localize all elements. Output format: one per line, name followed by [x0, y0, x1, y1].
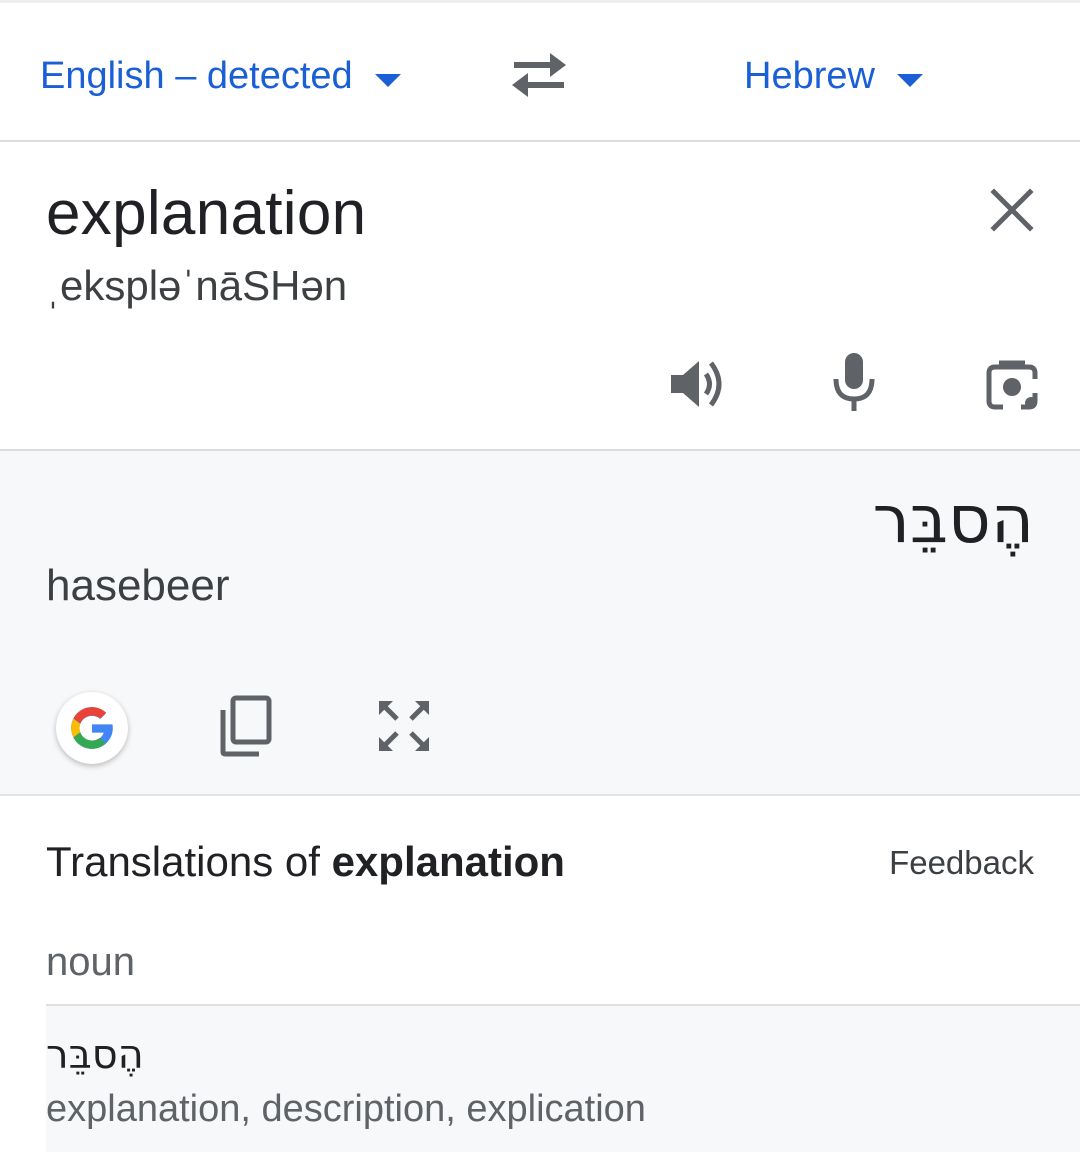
- result-divider: [0, 794, 1080, 796]
- part-of-speech-label: noun: [46, 940, 135, 984]
- transliteration: hasebeer: [46, 561, 230, 610]
- fullscreen-icon: [379, 701, 429, 751]
- target-language-label: Hebrew: [744, 54, 875, 97]
- source-phonetic: ˌekspləˈnāSHən: [46, 262, 348, 309]
- language-bar: English – detected Hebrew: [0, 3, 1080, 140]
- translation-entry-word: הֶסבֵּר: [46, 1032, 144, 1078]
- copy-icon: [220, 695, 272, 757]
- chevron-down-icon: [374, 73, 401, 87]
- speaker-icon: [671, 361, 722, 407]
- translations-heading: Translations of explanation: [46, 838, 565, 886]
- voice-input-button[interactable]: [822, 348, 886, 416]
- swap-languages-button[interactable]: [506, 47, 572, 103]
- listen-source-button[interactable]: [662, 350, 730, 418]
- translation-result-panel: הֶסבֵּר hasebeer: [0, 451, 1080, 794]
- source-text[interactable]: explanation: [46, 178, 366, 249]
- close-icon: [990, 188, 1034, 232]
- camera-icon: [986, 360, 1038, 410]
- fullscreen-button[interactable]: [372, 694, 436, 758]
- translations-heading-prefix: Translations of: [46, 838, 320, 885]
- feedback-link[interactable]: Feedback: [889, 844, 1034, 882]
- language-bar-divider: [0, 140, 1080, 142]
- camera-translate-button[interactable]: [978, 350, 1046, 416]
- swap-arrows-icon: [512, 53, 566, 97]
- clear-text-button[interactable]: [984, 182, 1040, 238]
- microphone-icon: [833, 353, 875, 411]
- copy-translation-button[interactable]: [214, 692, 276, 760]
- google-search-button[interactable]: [56, 692, 128, 764]
- google-icon: [71, 707, 113, 749]
- translated-text: הֶסבֵּר: [872, 481, 1034, 558]
- target-language-selector[interactable]: Hebrew: [744, 51, 923, 101]
- source-language-selector[interactable]: English – detected: [40, 51, 401, 101]
- translations-heading-word: explanation: [331, 838, 565, 885]
- chevron-down-icon: [896, 73, 923, 87]
- translate-screen: English – detected Hebrew explanation ˌe…: [0, 0, 1080, 1152]
- translation-entry-meanings: explanation, description, explication: [46, 1088, 646, 1130]
- source-language-label: English – detected: [40, 54, 353, 97]
